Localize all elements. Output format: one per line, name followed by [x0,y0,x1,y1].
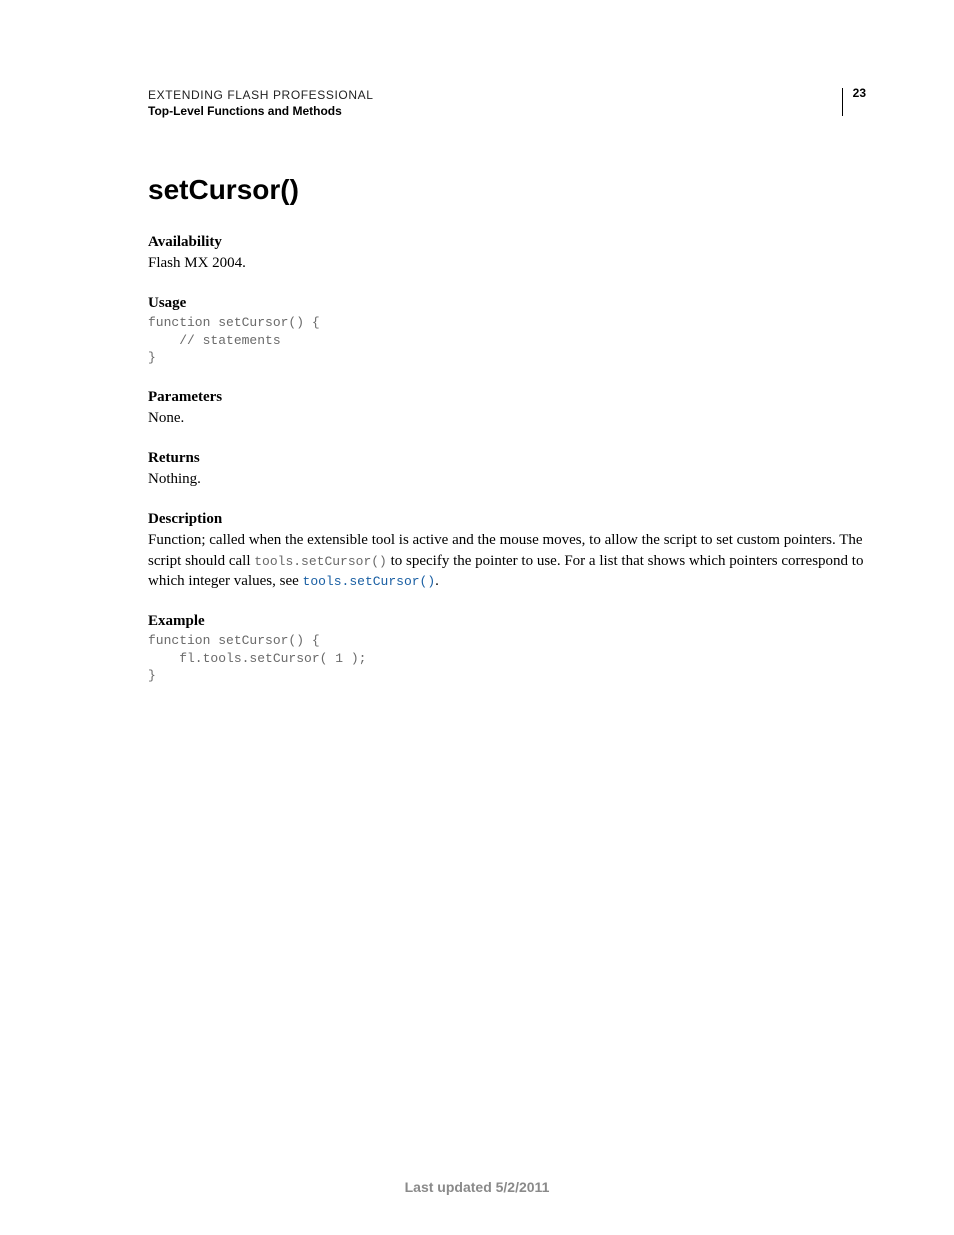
doc-subtitle: Top-Level Functions and Methods [148,104,374,118]
doc-title: EXTENDING FLASH PROFESSIONAL [148,88,374,102]
page-number: 23 [853,86,866,100]
header-left: EXTENDING FLASH PROFESSIONAL Top-Level F… [148,88,374,118]
section-returns-label: Returns [148,450,866,467]
usage-code: function setCursor() { // statements } [148,314,866,367]
description-link[interactable]: tools.setCursor() [303,574,436,589]
returns-text: Nothing. [148,469,866,489]
page-number-box: 23 [842,88,866,116]
section-description-label: Description [148,511,866,528]
section-example-label: Example [148,613,866,630]
description-inline-code: tools.setCursor() [254,554,387,569]
page-header: EXTENDING FLASH PROFESSIONAL Top-Level F… [148,88,866,118]
page-footer: Last updated 5/2/2011 [0,1179,954,1195]
section-parameters-label: Parameters [148,389,866,406]
page-content: EXTENDING FLASH PROFESSIONAL Top-Level F… [0,0,954,685]
description-text: Function; called when the extensible too… [148,530,866,591]
description-part3: . [435,573,439,589]
section-usage-label: Usage [148,295,866,312]
example-code: function setCursor() { fl.tools.setCurso… [148,632,866,685]
page-title: setCursor() [148,174,866,206]
availability-text: Flash MX 2004. [148,253,866,273]
section-availability-label: Availability [148,234,866,251]
parameters-text: None. [148,408,866,428]
